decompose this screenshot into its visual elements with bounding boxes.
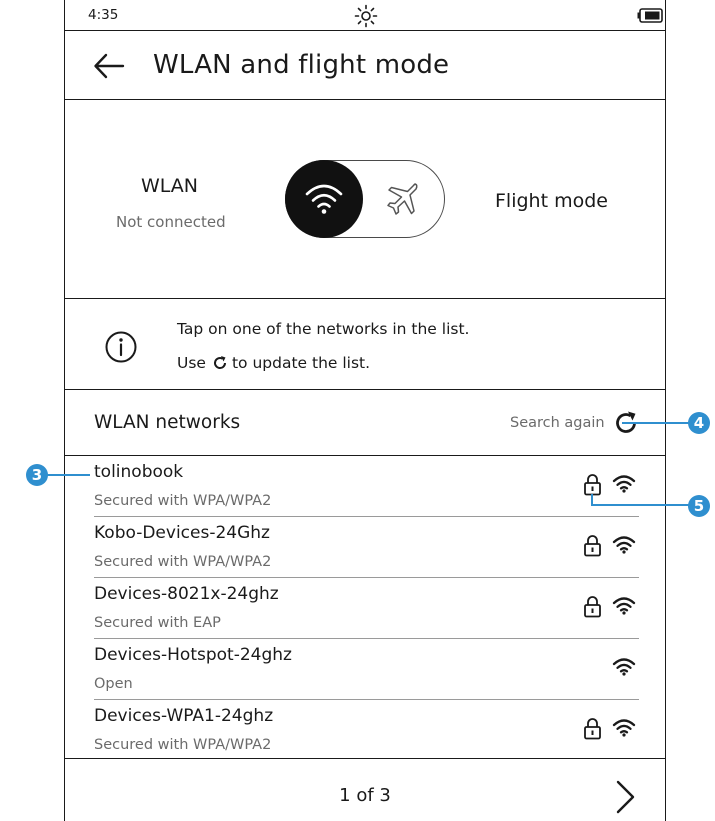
lock-icon: [584, 596, 601, 618]
arrow-left-icon[interactable]: [93, 53, 125, 79]
network-security: Secured with WPA/WPA2: [94, 737, 272, 753]
network-security: Secured with EAP: [94, 615, 221, 631]
wlan-status: Not connected: [116, 213, 226, 231]
callout-3: 3: [26, 464, 48, 486]
brightness-sun-icon[interactable]: [354, 4, 378, 28]
network-item[interactable]: Devices-Hotspot-24ghz Open: [94, 639, 639, 700]
wifi-signal-icon: [612, 597, 636, 615]
network-name: tolinobook: [94, 462, 184, 482]
callout-4: 4: [688, 412, 710, 434]
status-bar: 4:35: [65, 0, 665, 31]
network-name: Devices-Hotspot-24ghz: [94, 645, 292, 665]
network-name: Devices-WPA1-24ghz: [94, 706, 274, 726]
wifi-icon: [305, 184, 343, 214]
chevron-right-icon[interactable]: [615, 780, 637, 814]
refresh-icon: [213, 356, 226, 369]
info-text-after: to update the list.: [231, 354, 371, 372]
callout-5: 5: [688, 495, 710, 517]
network-list: tolinobook Secured with WPA/WPA2 Kobo-De…: [94, 456, 639, 760]
ereader-screen: 4:35 WLAN and flight mode WLAN Not conne…: [64, 0, 666, 821]
network-security: Open: [94, 676, 133, 692]
clock: 4:35: [88, 7, 119, 23]
airplane-icon: [387, 183, 418, 215]
info-section: Tap on one of the networks in the list. …: [65, 299, 665, 390]
search-again-label[interactable]: Search again: [510, 415, 605, 431]
wlan-label: WLAN: [141, 175, 199, 197]
pagination-footer: 1 of 3: [65, 758, 665, 821]
wifi-signal-icon: [612, 719, 636, 737]
wifi-signal-icon: [612, 536, 636, 554]
wlan-flight-toggle[interactable]: [285, 160, 445, 238]
info-text-line2: Use to update the list.: [177, 354, 370, 372]
page-title: WLAN and flight mode: [153, 50, 450, 80]
page-header: WLAN and flight mode: [65, 31, 665, 100]
wifi-signal-icon: [612, 475, 636, 493]
lock-icon: [584, 474, 601, 496]
connection-mode-section: WLAN Not connected Flight mode: [65, 100, 665, 299]
network-item[interactable]: Devices-8021x-24ghz Secured with EAP: [94, 578, 639, 639]
toggle-knob: [285, 160, 363, 238]
info-icon: [105, 331, 137, 363]
network-item[interactable]: Devices-WPA1-24ghz Secured with WPA/WPA2: [94, 700, 639, 760]
flight-mode-label: Flight mode: [495, 190, 608, 212]
callout-3-leader: [46, 474, 90, 476]
battery-icon: [637, 8, 663, 23]
network-item[interactable]: Kobo-Devices-24Ghz Secured with WPA/WPA2: [94, 517, 639, 578]
page-indicator: 1 of 3: [339, 785, 391, 806]
info-text-before: Use: [177, 354, 206, 372]
wifi-signal-icon: [612, 658, 636, 676]
network-item[interactable]: tolinobook Secured with WPA/WPA2: [94, 456, 639, 517]
network-security: Secured with WPA/WPA2: [94, 493, 272, 509]
networks-title: WLAN networks: [94, 412, 241, 433]
network-security: Secured with WPA/WPA2: [94, 554, 272, 570]
networks-header: WLAN networks Search again: [65, 390, 665, 456]
network-name: Kobo-Devices-24Ghz: [94, 523, 270, 543]
callout-5-leader: [591, 504, 690, 506]
lock-icon: [584, 535, 601, 557]
network-name: Devices-8021x-24ghz: [94, 584, 279, 604]
callout-4-leader: [622, 422, 690, 424]
lock-icon: [584, 718, 601, 740]
info-text-line1: Tap on one of the networks in the list.: [177, 320, 470, 338]
